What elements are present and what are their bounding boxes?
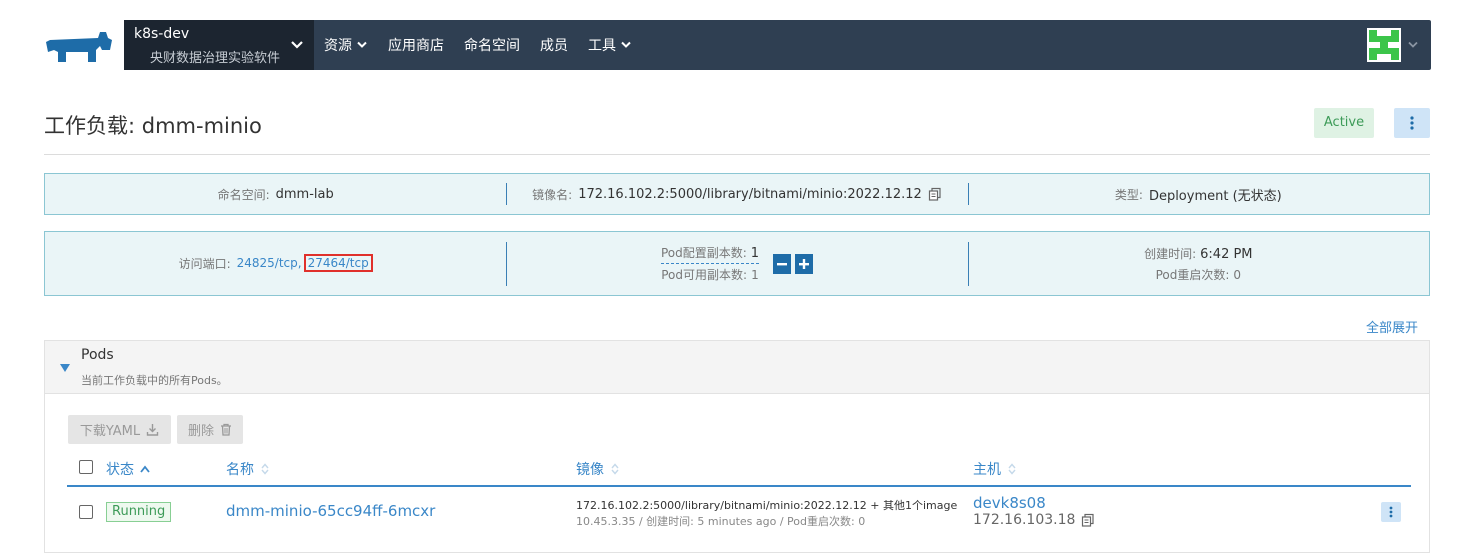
project-name: 央财数据治理实验软件 xyxy=(150,51,281,66)
replicas-cell: Pod配置副本数: 1 Pod可用副本数: 1 xyxy=(506,232,967,295)
workload-detail-box: 访问端口: 24825/tcp, 27464/tcp Pod配置副本数: 1 Pod… xyxy=(44,231,1430,296)
delete-button[interactable]: 删除 xyxy=(177,415,243,444)
host-ip: 172.16.103.18 xyxy=(973,512,1095,528)
image-cell: 镜像名: 172.16.102.2:5000/library/bitnami/m… xyxy=(506,174,967,214)
pod-name-link[interactable]: dmm-minio-65cc94ff-6mcxr xyxy=(226,502,435,520)
nav-resources[interactable]: 资源 xyxy=(324,35,368,55)
copy-icon[interactable] xyxy=(1081,513,1095,527)
more-images-link[interactable]: + 其他1个image xyxy=(870,499,957,512)
chevron-down-icon xyxy=(621,41,631,48)
pod-image: 172.16.102.2:5000/library/bitnami/minio:… xyxy=(576,499,958,512)
port-link-24825[interactable]: 24825/tcp xyxy=(237,256,298,270)
workload-summary-box: 命名空间: dmm-lab 镜像名: 172.16.102.2:5000/lib… xyxy=(44,173,1430,215)
rancher-logo-icon[interactable] xyxy=(44,28,114,64)
minus-icon xyxy=(777,262,788,265)
namespace-value: dmm-lab xyxy=(275,186,334,202)
nav-tools[interactable]: 工具 xyxy=(588,35,632,55)
select-all-checkbox[interactable] xyxy=(79,460,93,474)
port-link-27464[interactable]: 27464/tcp xyxy=(303,254,373,272)
created-cell: 创建时间: 6:42 PM Pod重启次数: 0 xyxy=(968,232,1429,295)
pod-meta: 10.45.3.35 / 创建时间: 5 minutes ago / Pod重启… xyxy=(576,515,866,528)
replicas-config: Pod配置副本数: 1 xyxy=(660,244,760,264)
pods-section: Pods 当前工作负载中的所有Pods。 下载YAML 删除 状态 名称 镜像 … xyxy=(44,340,1430,553)
pod-actions-button[interactable] xyxy=(1381,502,1401,522)
column-header-name[interactable]: 名称 xyxy=(226,459,270,479)
main-nav: 资源 应用商店 命名空间 成员 工具 xyxy=(324,20,652,70)
top-navbar: k8s-dev 央财数据治理实验软件 资源 应用商店 命名空间 成员 工具 xyxy=(124,20,1431,70)
chevron-down-icon xyxy=(357,41,367,48)
page-title: 工作负载: dmm-minio xyxy=(44,114,262,138)
column-header-image[interactable]: 镜像 xyxy=(576,459,620,479)
pod-restarts: Pod重启次数: 0 xyxy=(1155,267,1242,282)
trash-icon xyxy=(221,423,231,436)
sort-icon xyxy=(611,463,619,475)
ports-cell: 访问端口: 24825/tcp, 27464/tcp xyxy=(45,232,506,295)
namespace-cell: 命名空间: dmm-lab xyxy=(217,186,334,202)
nav-members[interactable]: 成员 xyxy=(540,35,568,55)
status-badge: Active xyxy=(1314,108,1374,138)
download-icon xyxy=(146,424,159,436)
cluster-name: k8s-dev xyxy=(134,26,190,42)
sort-asc-icon xyxy=(140,465,150,473)
chevron-down-icon xyxy=(291,41,303,49)
pods-section-header[interactable]: Pods 当前工作负载中的所有Pods。 xyxy=(45,341,1429,394)
download-yaml-button[interactable]: 下载YAML xyxy=(68,415,171,444)
kebab-menu-icon xyxy=(1410,116,1414,130)
sort-icon xyxy=(261,463,269,475)
type-value: Deployment (无状态) xyxy=(1148,188,1282,204)
collapse-triangle-icon[interactable] xyxy=(59,363,71,373)
pods-title: Pods xyxy=(81,347,114,363)
column-header-host[interactable]: 主机 xyxy=(973,459,1017,479)
expand-all-link[interactable]: 全部展开 xyxy=(1366,317,1418,336)
host-link[interactable]: devk8s08 xyxy=(973,494,1046,512)
pods-subtitle: 当前工作负载中的所有Pods。 xyxy=(81,374,228,387)
kebab-menu-icon xyxy=(1389,506,1393,518)
sort-icon xyxy=(1008,463,1016,475)
row-checkbox[interactable] xyxy=(79,505,93,519)
workload-actions-button[interactable] xyxy=(1394,108,1430,138)
user-avatar[interactable] xyxy=(1367,28,1401,62)
copy-icon[interactable] xyxy=(928,187,942,201)
replicas-available: Pod可用副本数: 1 xyxy=(661,268,759,282)
chevron-down-icon[interactable] xyxy=(1407,39,1419,51)
column-header-status[interactable]: 状态 xyxy=(106,459,150,479)
pod-status-badge: Running xyxy=(106,502,172,522)
nav-namespaces[interactable]: 命名空间 xyxy=(464,35,520,55)
image-value: 172.16.102.2:5000/library/bitnami/minio:… xyxy=(578,186,922,202)
type-cell: 类型: Deployment (无状态) xyxy=(968,174,1429,214)
scale-down-button[interactable] xyxy=(773,253,792,274)
cluster-project-switcher[interactable]: k8s-dev 央财数据治理实验软件 xyxy=(124,20,314,70)
scale-up-button[interactable] xyxy=(795,253,814,274)
created-time: 创建时间: 6:42 PM xyxy=(1144,246,1253,262)
title-divider xyxy=(44,154,1430,155)
table-header-divider xyxy=(67,485,1411,487)
plus-icon xyxy=(799,258,810,269)
nav-app-store[interactable]: 应用商店 xyxy=(388,35,444,55)
